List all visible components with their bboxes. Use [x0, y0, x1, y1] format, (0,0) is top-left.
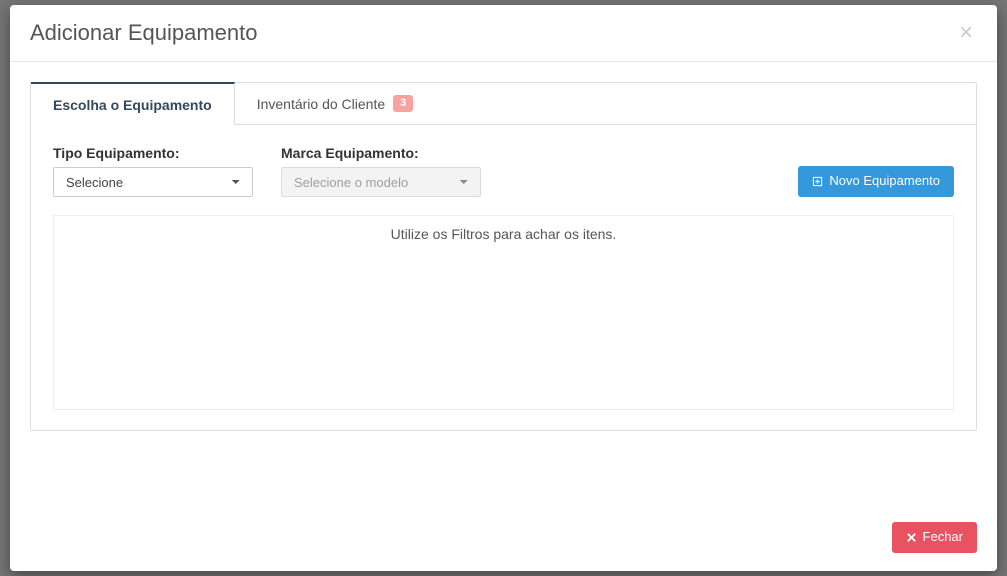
results-empty-text: Utilize os Filtros para achar os itens. [391, 226, 617, 242]
select-equipment-type[interactable]: Selecione [53, 167, 253, 197]
plus-icon [812, 176, 823, 187]
select-equipment-brand[interactable]: Selecione o modelo [281, 167, 481, 197]
label-equipment-type: Tipo Equipamento: [53, 145, 253, 161]
close-button[interactable]: Fechar [892, 522, 977, 553]
tab-panel-choose-equipment: Tipo Equipamento: Selecione Marca Equipa… [30, 125, 977, 431]
close-icon[interactable]: × [955, 21, 977, 45]
filter-row: Tipo Equipamento: Selecione Marca Equipa… [53, 145, 954, 197]
field-equipment-brand: Marca Equipamento: Selecione o modelo [281, 145, 481, 197]
field-equipment-type: Tipo Equipamento: Selecione [53, 145, 253, 197]
results-area: Utilize os Filtros para achar os itens. [53, 215, 954, 410]
close-icon [906, 532, 917, 543]
tab-client-inventory[interactable]: Inventário do Cliente 3 [235, 83, 437, 124]
modal-title: Adicionar Equipamento [30, 20, 257, 46]
modal-header: Adicionar Equipamento × [10, 5, 997, 62]
inventory-count-badge: 3 [393, 95, 413, 112]
tabs: Escolha o Equipamento Inventário do Clie… [30, 82, 977, 125]
tab-choose-equipment[interactable]: Escolha o Equipamento [31, 82, 235, 125]
tab-label: Inventário do Cliente [257, 96, 385, 112]
modal-footer: Fechar [10, 507, 997, 571]
label-equipment-brand: Marca Equipamento: [281, 145, 481, 161]
tab-label: Escolha o Equipamento [53, 97, 212, 113]
button-label: Fechar [923, 529, 963, 546]
modal-body: Escolha o Equipamento Inventário do Clie… [10, 62, 997, 507]
button-label: Novo Equipamento [829, 173, 940, 190]
modal-add-equipment: Adicionar Equipamento × Escolha o Equipa… [10, 5, 997, 571]
new-equipment-button[interactable]: Novo Equipamento [798, 166, 954, 197]
